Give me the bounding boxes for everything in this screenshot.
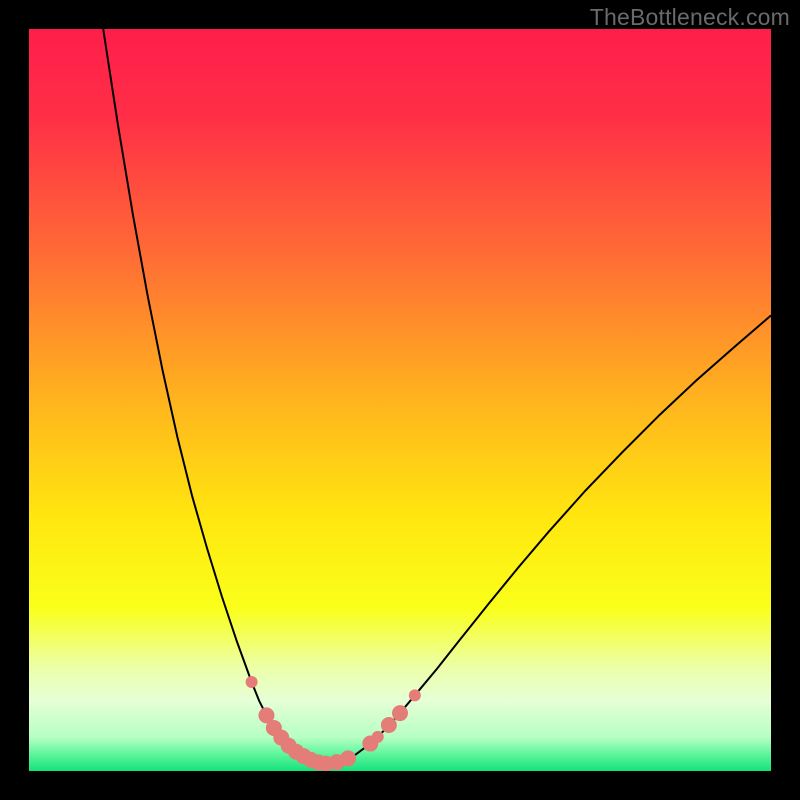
highlight-point bbox=[340, 750, 356, 766]
highlight-point bbox=[372, 731, 384, 743]
chart-frame bbox=[29, 29, 771, 771]
highlight-point bbox=[392, 705, 408, 721]
highlight-point bbox=[409, 689, 421, 701]
watermark-text: TheBottleneck.com bbox=[590, 4, 790, 31]
bottleneck-chart-svg bbox=[29, 29, 771, 771]
gradient-background bbox=[29, 29, 771, 771]
highlight-point bbox=[381, 717, 397, 733]
highlight-point bbox=[246, 676, 258, 688]
